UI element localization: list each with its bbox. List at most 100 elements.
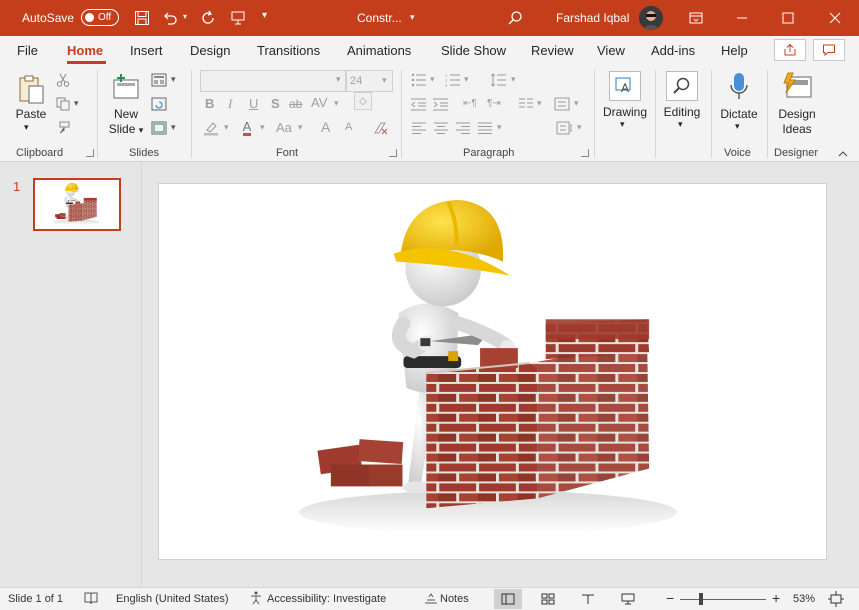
- align-text-icon[interactable]: [553, 96, 571, 112]
- text-direction-dropdown-icon[interactable]: ▾: [577, 122, 582, 133]
- font-size-combo[interactable]: 24 ▾: [346, 70, 393, 92]
- tab-insert[interactable]: Insert: [130, 43, 163, 58]
- zoom-out-button[interactable]: −: [666, 590, 674, 606]
- microphone-icon[interactable]: [727, 70, 751, 104]
- text-direction-icon[interactable]: [555, 120, 575, 136]
- font-name-combo[interactable]: [200, 70, 346, 92]
- paste-dropdown-icon[interactable]: ▾: [24, 122, 29, 133]
- font-launcher-icon[interactable]: [389, 149, 397, 157]
- paste-label[interactable]: Paste: [15, 107, 47, 121]
- align-left-icon[interactable]: [410, 120, 428, 136]
- paragraph-launcher-icon[interactable]: [581, 149, 589, 157]
- tab-help[interactable]: Help: [721, 43, 748, 58]
- zoom-in-button[interactable]: +: [772, 590, 780, 606]
- format-painter-icon[interactable]: [55, 120, 71, 136]
- zoom-percentage[interactable]: 53%: [793, 593, 815, 605]
- notes-icon[interactable]: [424, 592, 438, 607]
- normal-view-icon[interactable]: [494, 589, 522, 609]
- copy-dropdown-icon[interactable]: ▾: [74, 98, 79, 109]
- design-ideas-label-2[interactable]: Ideas: [774, 122, 820, 136]
- document-title[interactable]: Constr...: [357, 11, 402, 25]
- section-dropdown-icon[interactable]: ▾: [171, 122, 176, 133]
- accessibility-status[interactable]: Accessibility: Investigate: [267, 593, 386, 605]
- bullets-icon[interactable]: [410, 72, 428, 88]
- section-icon[interactable]: [150, 120, 168, 136]
- undo-icon[interactable]: [160, 8, 180, 28]
- change-case-small-button[interactable]: ◇: [354, 92, 372, 110]
- tab-add-ins[interactable]: Add-ins: [651, 43, 695, 58]
- align-right-icon[interactable]: [454, 120, 472, 136]
- tab-review[interactable]: Review: [531, 43, 574, 58]
- customize-qat-icon[interactable]: ▾: [262, 10, 267, 21]
- title-dropdown-icon[interactable]: ▾: [410, 12, 415, 23]
- dictate-dropdown-icon[interactable]: ▾: [735, 121, 740, 132]
- design-ideas-icon[interactable]: [780, 70, 814, 102]
- decrease-font-button[interactable]: A: [345, 121, 352, 133]
- accessibility-icon[interactable]: [249, 591, 263, 608]
- presenter-icon[interactable]: [228, 8, 248, 28]
- fit-slide-icon[interactable]: [828, 591, 844, 610]
- undo-dropdown-icon[interactable]: ▾: [183, 12, 187, 21]
- font-color-button[interactable]: A: [238, 120, 256, 136]
- char-spacing-button[interactable]: AV: [311, 95, 327, 110]
- dictate-label[interactable]: Dictate: [716, 107, 762, 121]
- zoom-slider-thumb[interactable]: [698, 593, 703, 605]
- construction-figure-image[interactable]: [159, 184, 826, 559]
- highlight-icon[interactable]: [202, 120, 220, 136]
- paste-icon[interactable]: [14, 72, 48, 106]
- decrease-indent-icon[interactable]: [410, 96, 428, 112]
- change-case-dropdown-icon[interactable]: ▾: [298, 122, 303, 133]
- cut-icon[interactable]: [55, 72, 71, 88]
- slideshow-icon[interactable]: [614, 589, 642, 609]
- tab-transitions[interactable]: Transitions: [257, 43, 320, 58]
- autosave-toggle[interactable]: Off: [81, 9, 119, 26]
- slide-canvas[interactable]: [158, 183, 827, 560]
- tab-animations[interactable]: Animations: [347, 43, 411, 58]
- reading-view-icon[interactable]: [574, 589, 602, 609]
- editing-icon[interactable]: [666, 71, 698, 101]
- ribbon-display-icon[interactable]: [686, 8, 706, 28]
- shadow-button[interactable]: S: [271, 96, 280, 111]
- collapse-ribbon-icon[interactable]: [836, 148, 850, 160]
- italic-button[interactable]: I: [228, 96, 232, 112]
- increase-font-button[interactable]: A: [321, 119, 330, 135]
- slide-indicator[interactable]: Slide 1 of 1: [8, 593, 63, 605]
- highlight-dropdown-icon[interactable]: ▾: [224, 122, 229, 133]
- clipboard-launcher-icon[interactable]: [86, 149, 94, 157]
- align-text-dropdown-icon[interactable]: ▾: [574, 98, 579, 109]
- close-icon[interactable]: [812, 0, 858, 36]
- justify-dropdown-icon[interactable]: ▾: [497, 122, 502, 133]
- tab-view[interactable]: View: [597, 43, 625, 58]
- layout-dropdown-icon[interactable]: ▾: [171, 74, 176, 85]
- rtl-icon[interactable]: ⇤¶: [463, 98, 477, 109]
- layout-icon[interactable]: [150, 72, 168, 88]
- user-name[interactable]: Farshad Iqbal: [556, 11, 629, 25]
- new-slide-icon[interactable]: [110, 72, 142, 104]
- align-center-icon[interactable]: [432, 120, 450, 136]
- columns-dropdown-icon[interactable]: ▾: [537, 98, 542, 109]
- editing-dropdown-icon[interactable]: ▾: [678, 119, 683, 130]
- save-icon[interactable]: [132, 8, 152, 28]
- search-icon[interactable]: [505, 8, 525, 28]
- font-color-dropdown-icon[interactable]: ▾: [260, 122, 265, 133]
- change-case-button[interactable]: Aa: [276, 120, 292, 135]
- bold-button[interactable]: B: [205, 96, 214, 111]
- numbering-dropdown-icon[interactable]: ▾: [464, 74, 469, 85]
- line-spacing-dropdown-icon[interactable]: ▾: [511, 74, 516, 85]
- strikethrough-button[interactable]: ab: [289, 97, 302, 111]
- editing-label[interactable]: Editing: [658, 105, 706, 119]
- font-name-dropdown-icon[interactable]: ▾: [336, 74, 341, 85]
- tab-home[interactable]: Home: [67, 43, 103, 58]
- minimize-icon[interactable]: [719, 0, 765, 36]
- drawing-icon[interactable]: A: [609, 71, 641, 101]
- increase-indent-icon[interactable]: [432, 96, 450, 112]
- tab-slide-show[interactable]: Slide Show: [441, 43, 506, 58]
- slide-sorter-icon[interactable]: [534, 589, 562, 609]
- tab-design[interactable]: Design: [190, 43, 230, 58]
- zoom-slider[interactable]: [680, 599, 766, 600]
- language-indicator[interactable]: English (United States): [116, 593, 229, 605]
- design-ideas-label-1[interactable]: Design: [774, 107, 820, 121]
- line-spacing-icon[interactable]: [490, 72, 508, 88]
- copy-icon[interactable]: [55, 96, 71, 112]
- slide-thumbnail[interactable]: [33, 178, 121, 231]
